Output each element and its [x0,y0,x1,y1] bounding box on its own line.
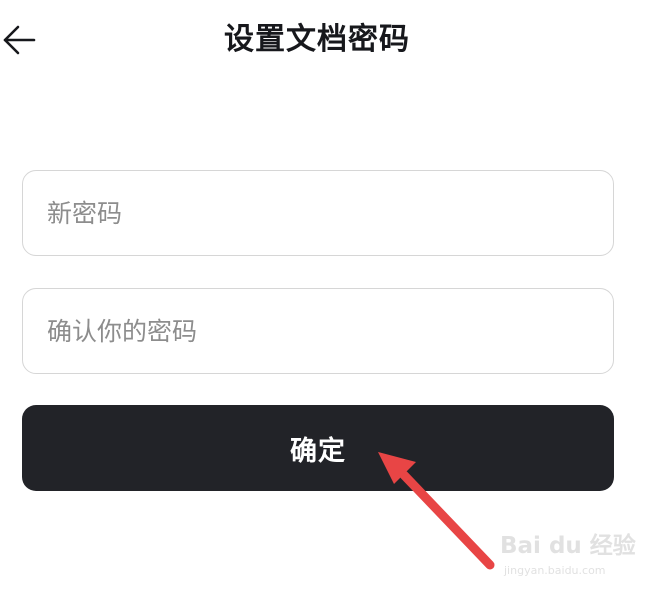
watermark-logo: Bai du 经验 [500,533,636,559]
confirm-button[interactable]: 确定 [22,405,614,491]
new-password-input[interactable] [47,171,587,255]
new-password-field[interactable] [22,170,614,256]
watermark: Bai du 经验 jingyan.baidu.com [500,526,636,586]
watermark-url: jingyan.baidu.com [504,564,606,577]
page-title: 设置文档密码 [224,22,410,57]
top-bar: 设置文档密码 [0,0,654,84]
confirm-password-field[interactable] [22,288,614,374]
confirm-password-input[interactable] [47,289,587,373]
